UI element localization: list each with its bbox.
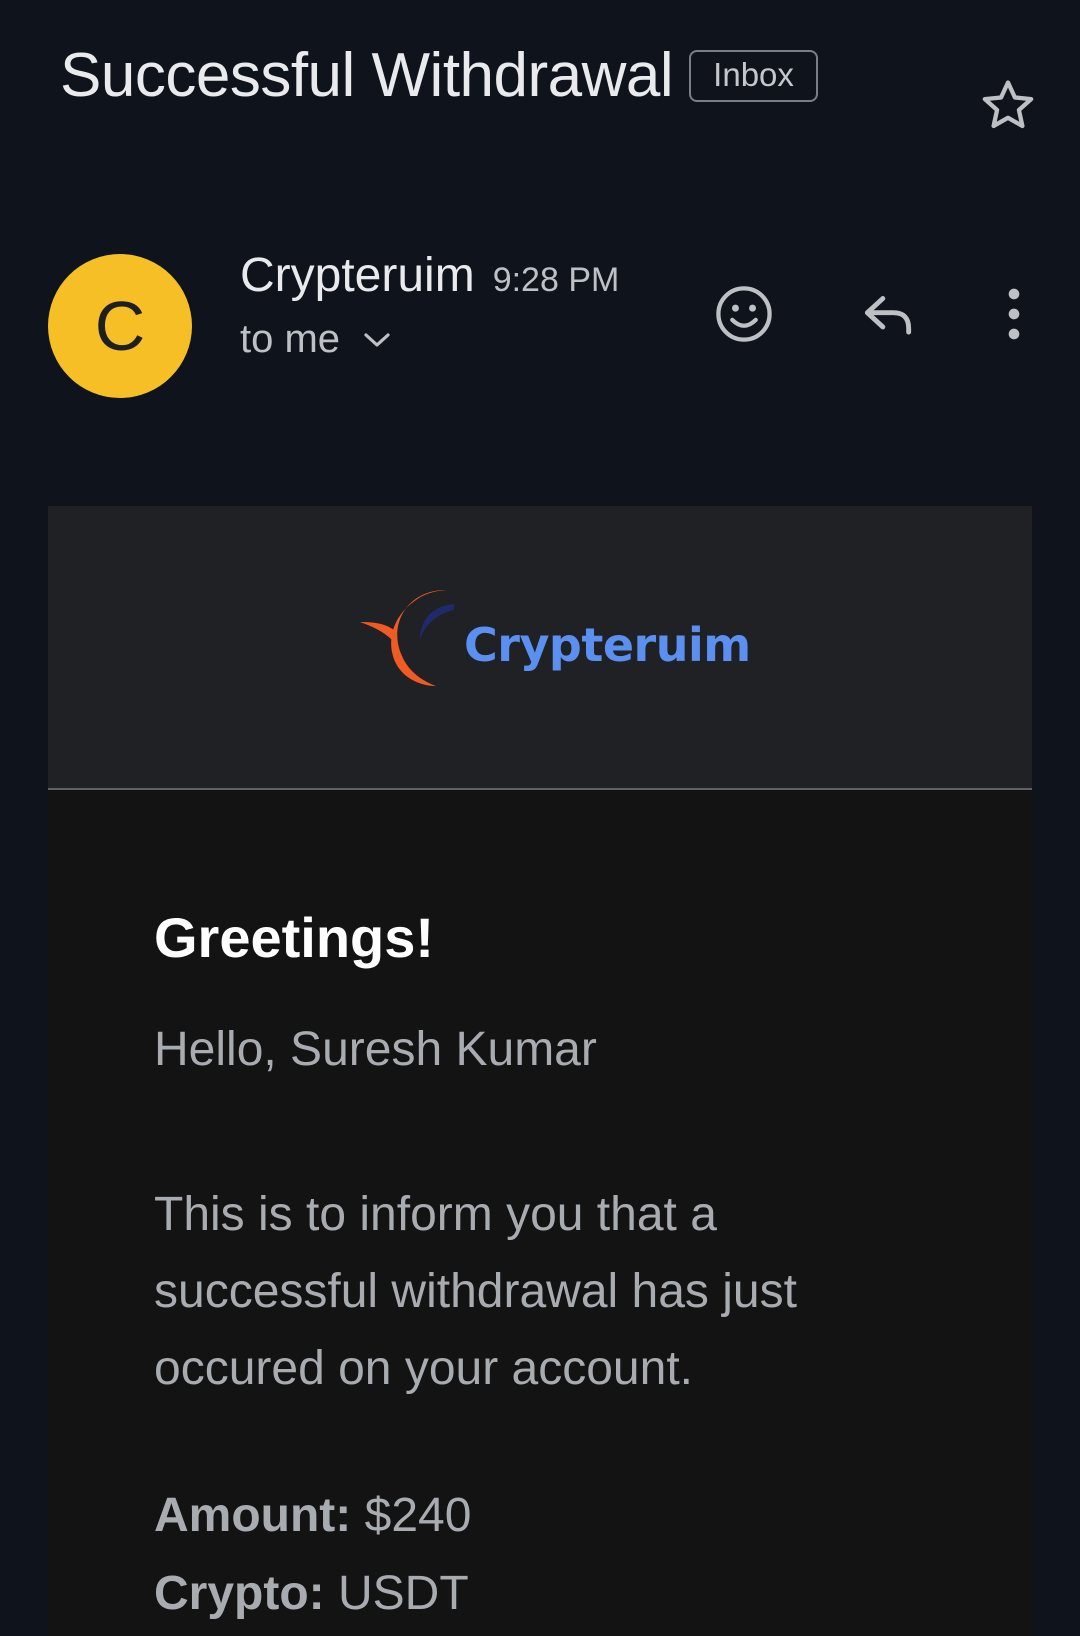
amount-label: Amount: xyxy=(154,1489,352,1542)
more-vertical-icon xyxy=(1008,288,1020,340)
sender-name[interactable]: Crypteruim xyxy=(240,248,475,303)
star-button[interactable] xyxy=(972,70,1044,142)
reply-icon xyxy=(864,296,912,335)
crypto-value: USDT xyxy=(338,1567,469,1620)
crypto-label: Crypto: xyxy=(154,1567,325,1620)
add-reaction-button[interactable] xyxy=(704,274,784,354)
greeting-heading: Greetings! xyxy=(154,906,435,969)
recipient-text: to me xyxy=(240,317,341,361)
subject-header: Successful Withdrawal Inbox xyxy=(60,40,930,111)
amount-value: $240 xyxy=(364,1489,472,1542)
chevron-down-icon xyxy=(362,330,392,350)
reply-button[interactable] xyxy=(848,274,928,354)
sent-time: 9:28 PM xyxy=(492,261,620,299)
star-icon xyxy=(982,80,1034,129)
crypteruim-logo: Crypteruim xyxy=(358,582,751,692)
inbox-label-chip[interactable]: Inbox xyxy=(689,49,818,102)
logo-swoosh-icon xyxy=(360,590,454,686)
message-paragraph: This is to inform you that a successful … xyxy=(154,1188,797,1395)
salutation: Hello, Suresh Kumar xyxy=(154,1023,597,1076)
email-body: Crypteruim Greetings! Hello, Suresh Kuma… xyxy=(48,506,1032,1636)
logo-wordmark: Crypteruim xyxy=(464,618,751,672)
logo-banner: Crypteruim xyxy=(48,506,1032,790)
emoji-icon xyxy=(716,286,772,342)
crypto-row: Crypto: USDT xyxy=(154,1555,1032,1633)
more-options-button[interactable] xyxy=(974,274,1054,354)
recipient-details-toggle[interactable]: to me xyxy=(240,317,619,362)
transaction-details: Amount: $240 Crypto: USDT xyxy=(154,1477,1032,1633)
amount-row: Amount: $240 xyxy=(154,1477,1032,1555)
sender-avatar[interactable]: C xyxy=(48,254,192,398)
email-subject: Successful Withdrawal xyxy=(60,41,674,110)
avatar-letter: C xyxy=(94,287,146,365)
sender-info: Crypteruim 9:28 PM to me xyxy=(240,248,619,362)
